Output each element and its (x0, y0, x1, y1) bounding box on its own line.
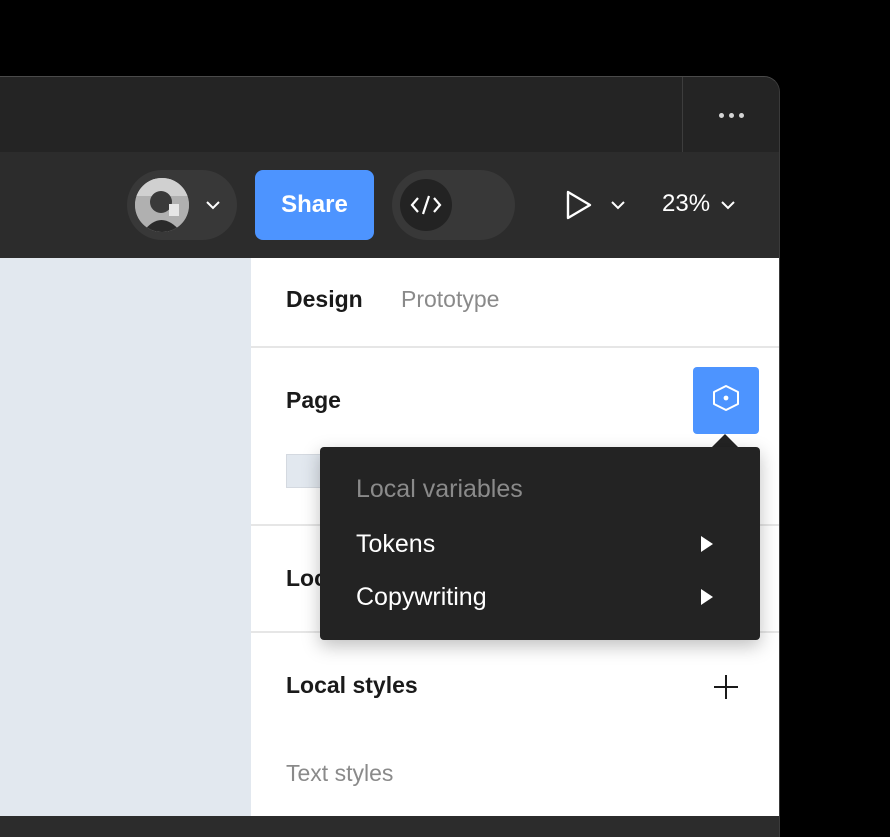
local-styles-title: Local styles (286, 672, 418, 698)
code-icon (400, 179, 452, 231)
menu-item-tokens[interactable]: Tokens (320, 518, 760, 570)
text-styles-label: Text styles (286, 760, 394, 786)
chevron-down-icon (205, 198, 221, 216)
dev-mode-toggle[interactable] (392, 170, 515, 240)
page-section-title: Page (286, 387, 341, 413)
chevron-down-icon[interactable] (610, 198, 626, 216)
tab-design[interactable]: Design (286, 286, 363, 313)
avatar (135, 178, 189, 232)
variables-button[interactable] (693, 367, 759, 434)
title-bar (0, 77, 779, 153)
canvas[interactable] (0, 258, 251, 816)
variables-dropdown-menu: Local variables Tokens Copywriting (320, 447, 760, 640)
triangle-right-icon (700, 535, 714, 558)
menu-caret (712, 434, 738, 447)
toolbar: Share 23% (0, 152, 779, 258)
menu-item-copywriting[interactable]: Copywriting (320, 571, 760, 623)
share-button[interactable]: Share (255, 170, 374, 240)
menu-item-label: Copywriting (356, 583, 487, 611)
play-icon (565, 190, 593, 224)
present-button[interactable] (565, 190, 593, 225)
tab-prototype[interactable]: Prototype (401, 286, 499, 313)
chevron-down-icon (720, 190, 736, 218)
plus-icon (713, 675, 739, 704)
more-horizontal-icon (718, 112, 724, 118)
variables-icon (709, 383, 743, 418)
more-dot (728, 112, 734, 118)
titlebar-divider (682, 77, 683, 153)
menu-header: Local variables (356, 475, 523, 503)
divider (251, 346, 779, 348)
zoom-dropdown[interactable]: 23% (662, 184, 736, 224)
more-options-button[interactable] (706, 101, 756, 129)
multiplayer-avatar-button[interactable] (127, 170, 237, 240)
zoom-value: 23% (662, 190, 711, 217)
menu-item-label: Tokens (356, 530, 436, 558)
add-style-button[interactable] (713, 674, 739, 705)
triangle-right-icon (700, 588, 714, 611)
more-dot (738, 112, 744, 118)
